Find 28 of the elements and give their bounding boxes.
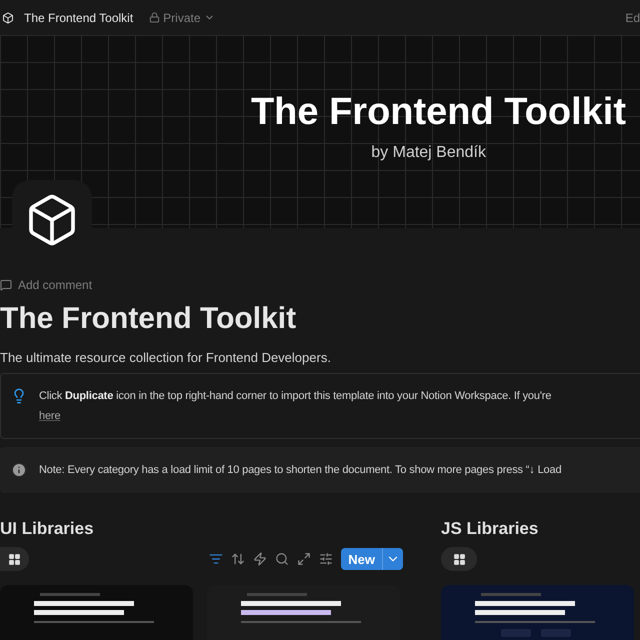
filter-icon[interactable] — [209, 552, 224, 566]
edit-button[interactable]: Ed — [625, 10, 640, 24]
add-comment-button[interactable]: Add comment — [0, 278, 640, 292]
grid-icon — [8, 552, 21, 566]
lock-icon — [149, 12, 160, 23]
expand-icon[interactable] — [297, 552, 312, 566]
gallery-view-button[interactable] — [441, 547, 477, 571]
page-title[interactable]: The Frontend Toolkit — [24, 10, 134, 24]
lightning-icon[interactable] — [253, 552, 268, 566]
cover-byline: by Matej Bendík — [371, 144, 486, 162]
settings-icon[interactable] — [319, 552, 334, 566]
search-icon[interactable] — [275, 552, 290, 566]
grid-icon — [452, 552, 466, 566]
here-link[interactable]: here — [39, 410, 60, 422]
cube-icon — [2, 12, 14, 24]
callout-text: Note: Every category has a load limit of 10 pages to shorten the document. To show more pages press “↓ Load — [39, 464, 562, 476]
sort-icon[interactable] — [231, 552, 246, 566]
callout-text: Click Duplicate icon in the top right-hand corner to import this template into your Notion Workspace. If you're — [39, 390, 552, 402]
gallery-view-button[interactable] — [0, 547, 29, 571]
info-icon — [11, 462, 27, 478]
comment-icon — [0, 279, 12, 291]
privacy-menu[interactable]: Private — [149, 10, 215, 24]
page-description: The ultimate resource collection for Frontend Developers. — [0, 350, 332, 365]
page-heading: The Frontend Toolkit — [0, 302, 298, 336]
section-heading: UI Libraries — [0, 519, 95, 539]
new-button[interactable]: New — [341, 548, 403, 570]
section-heading: JS Libraries — [441, 519, 540, 539]
cover-title: The Frontend Toolkit — [250, 91, 626, 134]
